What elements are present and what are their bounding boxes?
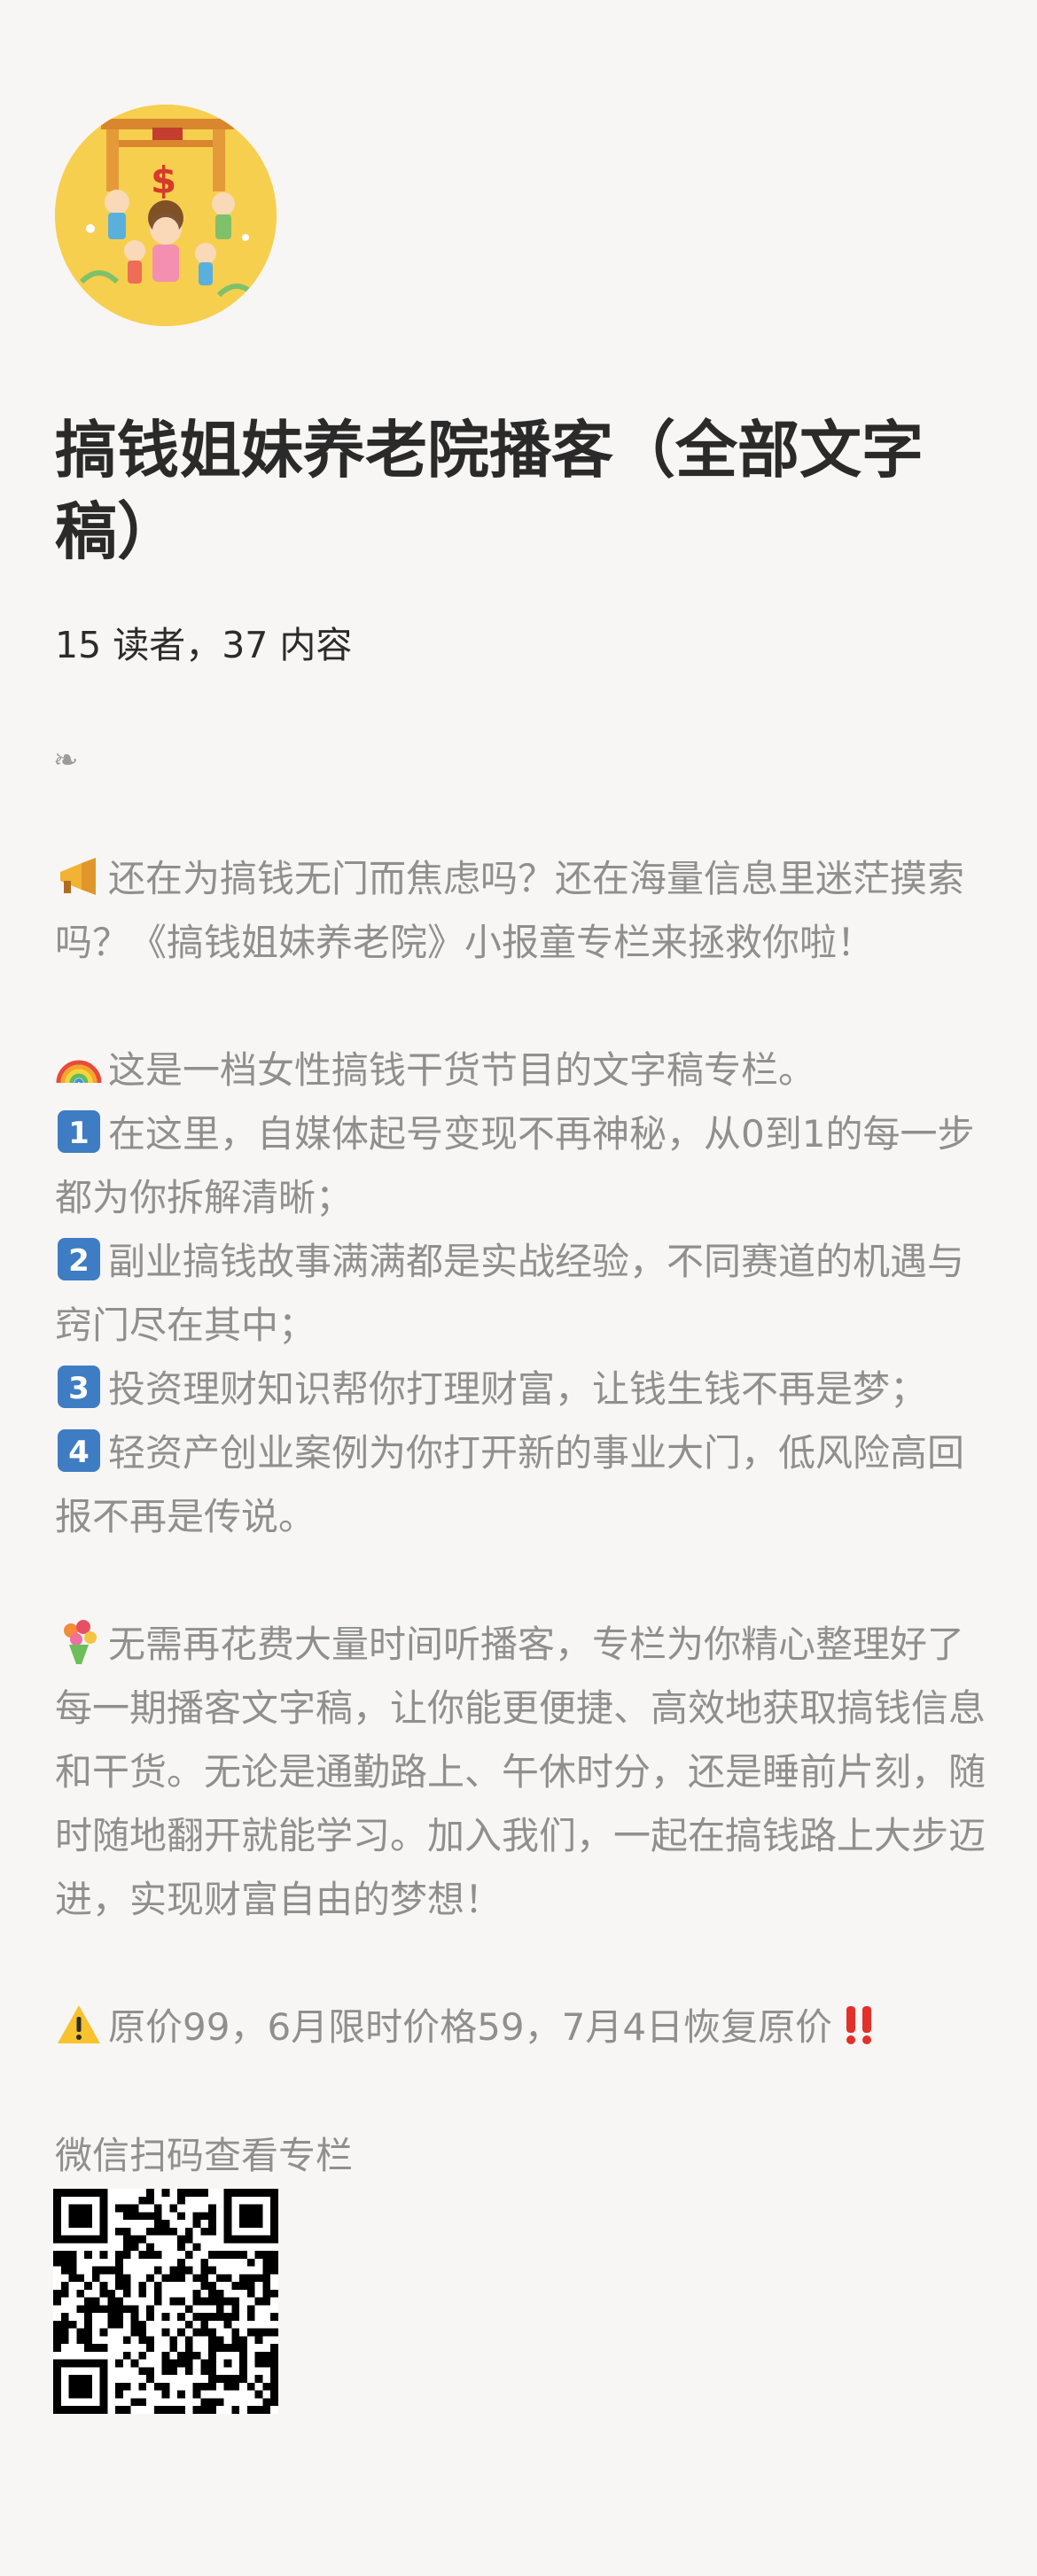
- avatar-illustration: $: [55, 105, 277, 326]
- intro-paragraph: 还在为搞钱无门而焦虑吗？还在海量信息里迷茫摸索吗？《搞钱姐妹养老院》小报童专栏来…: [55, 847, 994, 975]
- point-3: 3 投资理财知识帮你打理财富，让钱生钱不再是梦；: [55, 1358, 994, 1421]
- svg-text:4: 4: [68, 1435, 90, 1470]
- body-paragraph: 无需再花费大量时间听播客，专栏为你精心整理好了每一期播客文字稿，让你能更便捷、高…: [55, 1613, 994, 1932]
- body-text: 无需再花费大量时间听播客，专栏为你精心整理好了每一期播客文字稿，让你能更便捷、高…: [55, 1623, 986, 1921]
- column-page: $ 搞钱姐妹养老院播客（全部文字稿） 15 读者，37 内容 ❧ 还在为搞钱无门…: [0, 0, 1037, 2576]
- column-avatar: $: [55, 105, 277, 326]
- point-2-text: 副业搞钱故事满满都是实战经验，不同赛道的机遇与窍门尽在其中；: [55, 1240, 965, 1347]
- point-4: 4 轻资产创业案例为你打开新的事业大门，低风险高回报不再是传说。: [55, 1421, 994, 1549]
- point-1-text: 在这里，自媒体起号变现不再神秘，从0到1的每一步都为你拆解清晰；: [55, 1112, 975, 1219]
- svg-text:1: 1: [68, 1116, 90, 1151]
- point-3-text: 投资理财知识帮你打理财富，让钱生钱不再是梦；: [108, 1367, 928, 1411]
- column-title: 搞钱姐妹养老院播客（全部文字稿）: [55, 414, 924, 568]
- rainbow-icon: [55, 1044, 103, 1092]
- point-1: 1 在这里，自媒体起号变现不再神秘，从0到1的每一步都为你拆解清晰；: [55, 1102, 994, 1230]
- about-paragraph: 这是一档女性搞钱干货节目的文字稿专栏。: [55, 1039, 994, 1102]
- svg-text:2: 2: [68, 1243, 90, 1279]
- keycap-1-icon: 1: [55, 1108, 103, 1156]
- warning-icon: [55, 2001, 103, 2049]
- megaphone-icon: [55, 852, 103, 900]
- column-stats: 15 读者，37 内容: [55, 624, 353, 666]
- keycap-3-icon: 3: [55, 1363, 103, 1411]
- qr-code[interactable]: [53, 2189, 278, 2414]
- floral-divider-icon: ❧: [53, 743, 79, 778]
- point-2: 2 副业搞钱故事满满都是实战经验，不同赛道的机遇与窍门尽在其中；: [55, 1230, 994, 1358]
- qr-label: 微信扫码查看专栏: [55, 2134, 354, 2177]
- bouquet-icon: [55, 1618, 103, 1666]
- column-description: 还在为搞钱无门而焦虑吗？还在海量信息里迷茫摸索吗？《搞钱姐妹养老院》小报童专栏来…: [55, 847, 994, 2059]
- point-4-text: 轻资产创业案例为你打开新的事业大门，低风险高回报不再是传说。: [55, 1431, 965, 1538]
- keycap-4-icon: 4: [55, 1427, 103, 1475]
- price-paragraph: 原价99，6月限时价格59，7月4日恢复原价: [55, 1996, 994, 2059]
- qr-code-image: [53, 2189, 278, 2414]
- svg-text:3: 3: [68, 1371, 90, 1406]
- double-exclamation-icon: [836, 2001, 884, 2049]
- about-text: 这是一档女性搞钱干货节目的文字稿专栏。: [108, 1048, 816, 1092]
- intro-text: 还在为搞钱无门而焦虑吗？还在海量信息里迷茫摸索吗？《搞钱姐妹养老院》小报童专栏来…: [55, 857, 965, 964]
- svg-text:$: $: [151, 159, 176, 202]
- price-text: 原价99，6月限时价格59，7月4日恢复原价: [108, 2005, 833, 2049]
- keycap-2-icon: 2: [55, 1235, 103, 1283]
